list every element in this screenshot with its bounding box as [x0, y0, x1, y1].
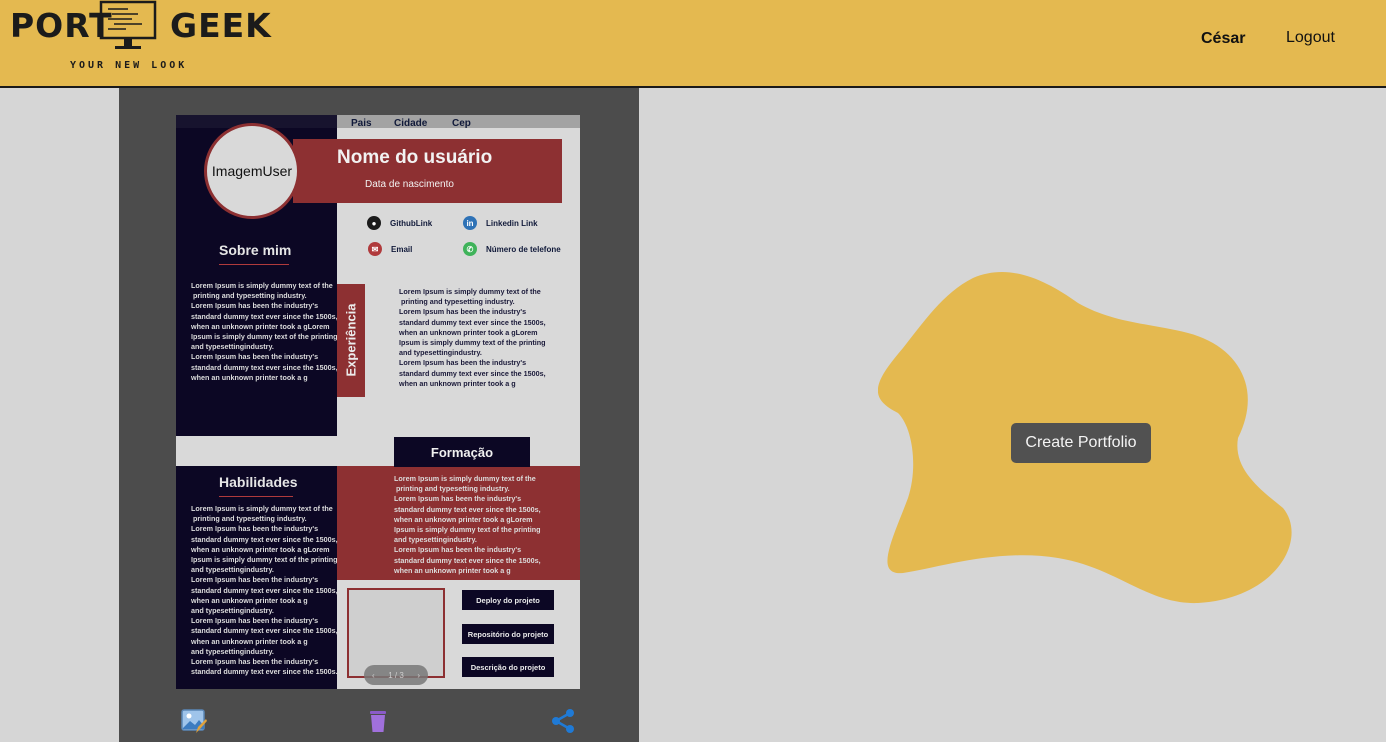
name-banner: Nome do usuário Data de nascimento — [293, 139, 562, 203]
skills-underline — [219, 496, 293, 497]
birth-date: Data de nascimento — [365, 179, 454, 190]
portfolio-card-panel: Pais Cidade Cep ImagemUser Nome do usuár… — [119, 88, 639, 742]
image-edit-icon[interactable] — [181, 708, 207, 734]
github-label: GithubLink — [390, 218, 433, 228]
prev-page-icon[interactable]: ‹ — [372, 671, 375, 680]
description-project-button[interactable]: Descrição do projeto — [462, 657, 554, 677]
skills-title: Habilidades — [219, 474, 298, 490]
contact-linkedin: in Linkedin Link — [463, 216, 538, 230]
experience-tab: Experiência — [337, 284, 365, 397]
monitor-icon — [99, 0, 157, 49]
education-text: Lorem Ipsum is simply dummy text of the … — [394, 474, 541, 575]
github-icon: ● — [367, 216, 381, 230]
contact-github: ● GithubLink — [367, 216, 432, 230]
linkedin-label: Linkedin Link — [486, 218, 538, 228]
about-title: Sobre mim — [219, 242, 292, 258]
location-country: Pais — [351, 118, 372, 129]
repository-project-button[interactable]: Repositório do projeto — [462, 624, 554, 644]
user-full-name: Nome do usuário — [337, 147, 493, 168]
port-geek-logo[interactable]: PORT GEEK YOUR NEW LOOK — [8, 0, 271, 80]
education-tab: Formação — [394, 437, 530, 467]
logout-link[interactable]: Logout — [1286, 29, 1335, 47]
about-underline — [219, 264, 289, 265]
avatar: ImagemUser — [204, 123, 300, 219]
top-header: PORT GEEK YOUR NEW LOOK César Logout — [0, 0, 1386, 88]
contact-phone: ✆ Número de telefone — [463, 242, 561, 256]
contact-email: ✉ Email — [368, 242, 412, 256]
page-indicator: 1 / 3 — [388, 670, 404, 680]
next-page-icon[interactable]: › — [417, 671, 420, 680]
user-name-link[interactable]: César — [1201, 30, 1245, 48]
experience-text: Lorem Ipsum is simply dummy text of the … — [399, 287, 546, 388]
trash-icon[interactable] — [365, 708, 391, 734]
location-zip: Cep — [452, 118, 471, 129]
experience-label: Experiência — [343, 303, 359, 377]
page-navigator[interactable]: ‹ 1 / 3 › — [364, 665, 428, 685]
about-text: Lorem Ipsum is simply dummy text of the … — [191, 281, 338, 382]
logo-word-geek: GEEK — [170, 6, 272, 45]
email-icon: ✉ — [368, 242, 382, 256]
deploy-project-button[interactable]: Deploy do projeto — [462, 590, 554, 610]
location-city: Cidade — [394, 118, 428, 129]
phone-label: Número de telefone — [486, 244, 561, 254]
create-portfolio-button[interactable]: Create Portfolio — [1011, 423, 1151, 463]
linkedin-icon: in — [463, 216, 477, 230]
portfolio-preview[interactable]: Pais Cidade Cep ImagemUser Nome do usuár… — [176, 115, 580, 689]
logo-tagline: YOUR NEW LOOK — [70, 60, 188, 71]
email-label: Email — [391, 244, 413, 254]
whatsapp-icon: ✆ — [463, 242, 477, 256]
share-icon[interactable] — [550, 708, 576, 734]
skills-text: Lorem Ipsum is simply dummy text of the … — [191, 504, 338, 677]
